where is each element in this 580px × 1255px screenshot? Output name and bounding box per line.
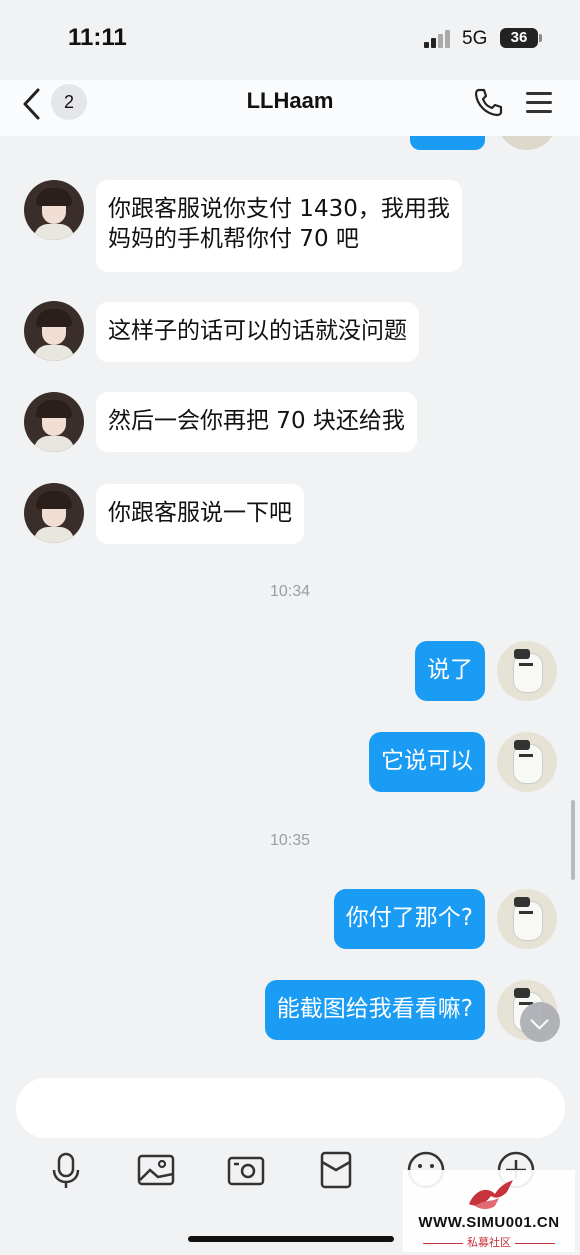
microphone-icon[interactable] bbox=[46, 1150, 86, 1190]
user-avatar[interactable] bbox=[497, 641, 557, 701]
menu-icon[interactable] bbox=[526, 90, 552, 114]
signal-icon bbox=[424, 30, 454, 48]
message-list[interactable]: 你跟客服说你支付 1430，我用我 妈妈的手机帮你付 70 吧 这样子的话可以的… bbox=[0, 136, 580, 1066]
message-bubble-outgoing[interactable]: 它说可以 bbox=[369, 732, 485, 792]
message-line: 你跟客服说你支付 1430，我用我 bbox=[108, 196, 450, 222]
message-bubble-incoming[interactable]: 然后一会你再把 70 块还给我 bbox=[96, 392, 417, 452]
watermark-url: WWW.SIMU001.CN bbox=[418, 1214, 560, 1231]
contact-avatar[interactable] bbox=[24, 392, 84, 452]
image-icon[interactable] bbox=[136, 1150, 176, 1190]
message-bubble-outgoing bbox=[410, 136, 485, 150]
message-bubble-outgoing[interactable]: 能截图给我看看嘛? bbox=[264, 980, 485, 1040]
user-avatar[interactable] bbox=[497, 732, 557, 792]
message-bubble-incoming[interactable]: 这样子的话可以的话就没问题 bbox=[96, 302, 419, 362]
user-avatar[interactable] bbox=[497, 889, 557, 949]
phone-icon[interactable] bbox=[472, 86, 504, 118]
watermark-subtitle: 私募社区 bbox=[403, 1234, 575, 1250]
watermark: WWW.SIMU001.CN 私募社区 bbox=[403, 1170, 575, 1252]
timestamp: 10:35 bbox=[269, 832, 311, 849]
message-bubble-incoming[interactable]: 你跟客服说一下吧 bbox=[96, 484, 304, 544]
camera-icon[interactable] bbox=[226, 1150, 266, 1190]
message-input[interactable] bbox=[16, 1078, 565, 1138]
timestamp: 10:34 bbox=[269, 583, 311, 600]
red-packet-icon[interactable] bbox=[316, 1150, 356, 1190]
message-bubble-incoming[interactable]: 你跟客服说你支付 1430，我用我 妈妈的手机帮你付 70 吧 bbox=[96, 180, 462, 272]
network-type: 5G bbox=[462, 28, 488, 49]
status-time: 11:11 bbox=[68, 24, 127, 51]
message-bubble-outgoing[interactable]: 你付了那个? bbox=[333, 889, 485, 949]
contact-avatar[interactable] bbox=[24, 301, 84, 361]
avatar bbox=[497, 136, 557, 150]
watermark-logo-icon bbox=[469, 1180, 513, 1209]
scroll-to-bottom-button[interactable] bbox=[520, 1002, 560, 1042]
message-line: 妈妈的手机帮你付 70 吧 bbox=[108, 226, 359, 252]
contact-avatar[interactable] bbox=[24, 483, 84, 543]
battery-icon: 36 bbox=[500, 28, 542, 48]
message-bubble-outgoing[interactable]: 说了 bbox=[415, 641, 485, 701]
scrollbar[interactable] bbox=[571, 800, 575, 880]
chat-header: 2 LLHaam bbox=[0, 80, 580, 136]
contact-avatar[interactable] bbox=[24, 180, 84, 240]
home-indicator[interactable] bbox=[188, 1236, 394, 1242]
status-bar: 11:11 5G 36 bbox=[0, 0, 580, 80]
